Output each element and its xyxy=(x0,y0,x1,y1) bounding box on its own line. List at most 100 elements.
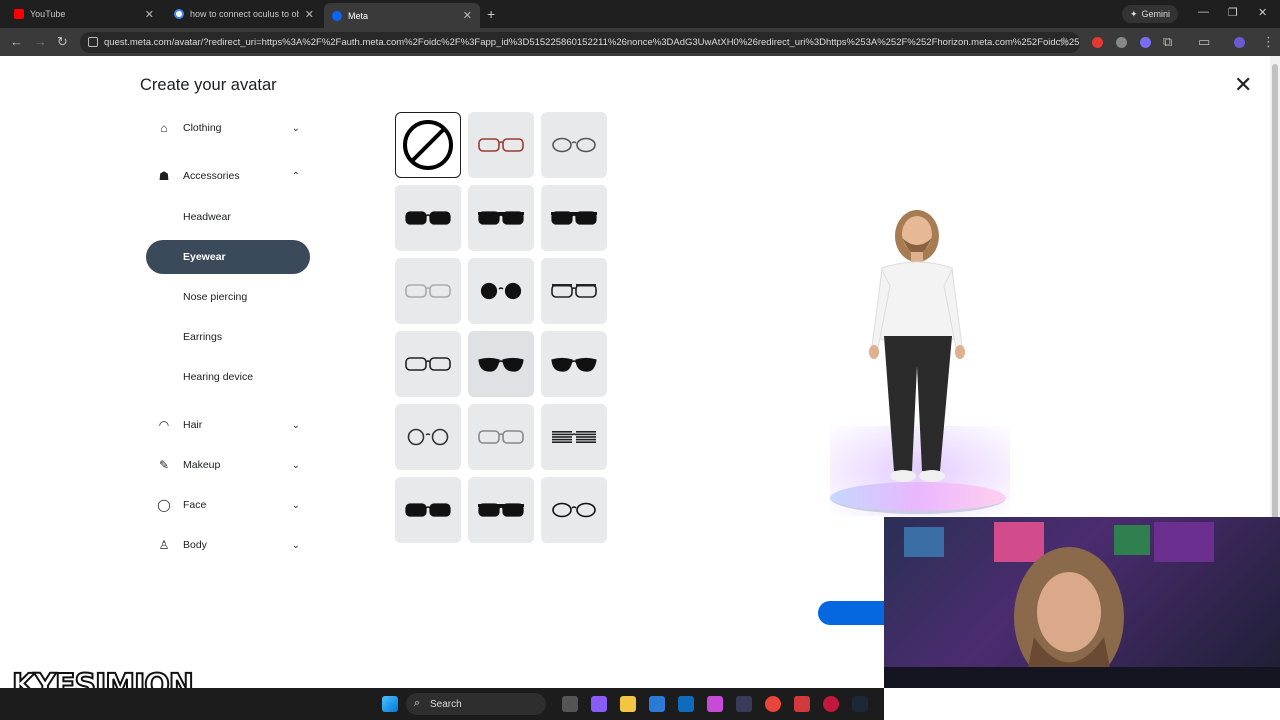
forward-icon[interactable]: → xyxy=(34,34,47,49)
category-label: Clothing xyxy=(183,122,222,134)
subcategory-headwear[interactable]: Headwear xyxy=(183,211,231,223)
close-tab-icon[interactable]: ✕ xyxy=(305,8,314,21)
category-label: Accessories xyxy=(183,170,240,182)
copilot-icon[interactable] xyxy=(591,696,607,712)
store-icon[interactable] xyxy=(649,696,665,712)
app-icon[interactable] xyxy=(794,696,810,712)
gemini-label: Gemini xyxy=(1141,9,1171,19)
eyewear-option-oval[interactable] xyxy=(541,477,607,543)
youtube-favicon-icon xyxy=(14,9,24,19)
face-icon: ◯ xyxy=(157,498,171,512)
steam-icon[interactable] xyxy=(852,696,868,712)
address-bar-row: ← → ↻ quest.meta.com/avatar/?redirect_ur… xyxy=(0,28,1280,56)
subcategory-eyewear[interactable]: Eyewear xyxy=(146,240,310,274)
brush-icon: ✎ xyxy=(158,458,170,472)
extension-icon[interactable] xyxy=(1140,37,1151,48)
gemini-button[interactable]: ✦ Gemini xyxy=(1122,5,1179,23)
webcam-overlay xyxy=(884,517,1280,688)
chevron-down-icon: ⌄ xyxy=(291,539,300,551)
category-label: Hair xyxy=(183,419,203,431)
reload-icon[interactable]: ↻ xyxy=(57,34,68,50)
taskbar-search[interactable]: ⌕ Search xyxy=(406,693,546,715)
category-makeup[interactable]: ✎ Makeup ⌄ xyxy=(155,454,305,476)
tab-meta[interactable]: Meta ✕ xyxy=(324,3,480,28)
file-explorer-icon[interactable] xyxy=(620,696,636,712)
close-editor-button[interactable]: ✕ xyxy=(1234,74,1252,96)
category-body[interactable]: ♙ Body ⌄ xyxy=(155,534,305,556)
category-hair[interactable]: ◠ Hair ⌄ xyxy=(155,414,305,436)
eyewear-thin-icon xyxy=(405,284,451,298)
eyewear-option-browline[interactable] xyxy=(541,258,607,324)
category-label: Face xyxy=(183,499,207,511)
page-title: Create your avatar xyxy=(140,76,277,94)
person-icon: ♙ xyxy=(158,538,170,552)
close-tab-icon[interactable]: ✕ xyxy=(463,9,472,22)
subcategory-label: Eyewear xyxy=(183,251,226,263)
eyewear-rect-icon xyxy=(405,357,451,371)
meta-favicon-icon xyxy=(332,10,342,21)
extensions-puzzle-icon[interactable]: ⧉ xyxy=(1163,34,1172,50)
url-input[interactable]: quest.meta.com/avatar/?redirect_uri=http… xyxy=(80,32,1080,53)
restore-icon[interactable]: ❐ xyxy=(1228,6,1238,19)
eyewear-round-icon xyxy=(407,428,449,446)
eyewear-option-thin[interactable] xyxy=(395,258,461,324)
subcategory-nose-piercing[interactable]: Nose piercing xyxy=(183,291,247,303)
eyewear-option-wide[interactable] xyxy=(468,185,534,251)
eyewear-option-round[interactable] xyxy=(468,258,534,324)
sidepanel-icon[interactable]: ▭ xyxy=(1198,34,1210,50)
profile-avatar[interactable] xyxy=(1234,37,1245,48)
chevron-down-icon: ⌄ xyxy=(291,419,300,431)
eyewear-wayfarer-icon xyxy=(405,211,451,225)
category-accessories[interactable]: ☗ Accessories ⌃ xyxy=(155,165,305,187)
tab-label: how to connect oculus to obs s xyxy=(190,9,299,19)
browser-tab-bar: YouTube ✕ how to connect oculus to obs s… xyxy=(0,0,1280,28)
category-clothing[interactable]: ⌂ Clothing ⌄ xyxy=(155,117,305,139)
back-icon[interactable]: ← xyxy=(10,34,23,49)
hanger-icon: ⌂ xyxy=(160,121,168,135)
eyewear-option-shutter[interactable] xyxy=(541,404,607,470)
close-tab-icon[interactable]: ✕ xyxy=(145,8,154,21)
chrome-icon[interactable] xyxy=(765,696,781,712)
eyewear-round-icon xyxy=(480,282,522,300)
category-face[interactable]: ◯ Face ⌄ xyxy=(155,494,305,516)
extension-icon[interactable] xyxy=(1116,37,1127,48)
eyewear-option-none[interactable] xyxy=(395,112,461,178)
app-icon[interactable] xyxy=(736,696,752,712)
chevron-down-icon: ⌄ xyxy=(291,499,300,511)
subcategory-hearing-device[interactable]: Hearing device xyxy=(183,371,253,383)
extension-icon[interactable] xyxy=(1092,37,1103,48)
mail-icon[interactable] xyxy=(678,696,694,712)
eyewear-option-aviator[interactable] xyxy=(468,331,534,397)
eyewear-option-wayfarer[interactable] xyxy=(395,477,461,543)
avatar-figure xyxy=(869,210,965,482)
eyewear-shield-icon xyxy=(551,211,597,225)
eyewear-option-wayfarer[interactable] xyxy=(395,185,461,251)
eyewear-option-round[interactable] xyxy=(395,404,461,470)
windows-start-icon[interactable] xyxy=(382,696,398,712)
eyewear-option-oval[interactable] xyxy=(541,112,607,178)
browser-menu-icon[interactable]: ⋮ xyxy=(1262,34,1275,50)
minimize-icon[interactable]: — xyxy=(1198,6,1209,18)
obs-icon[interactable] xyxy=(823,696,839,712)
chevron-down-icon: ⌄ xyxy=(291,459,300,471)
tab-youtube[interactable]: YouTube ✕ xyxy=(6,3,162,25)
eyewear-option-shield[interactable] xyxy=(541,185,607,251)
eyewear-wide-icon xyxy=(478,503,524,517)
task-view-icon[interactable] xyxy=(562,696,578,712)
eyewear-option-rect[interactable] xyxy=(468,112,534,178)
avatar-preview[interactable] xyxy=(820,186,1020,526)
tab-google-search[interactable]: how to connect oculus to obs s ✕ xyxy=(166,3,322,25)
eyewear-wayfarer-icon xyxy=(405,503,451,517)
app-icon[interactable] xyxy=(707,696,723,712)
new-tab-button[interactable]: + xyxy=(487,6,495,22)
eyewear-option-thin[interactable] xyxy=(468,404,534,470)
eyewear-option-cat[interactable] xyxy=(541,331,607,397)
window-close-icon[interactable]: ✕ xyxy=(1258,6,1267,19)
bookmark-star-icon[interactable]: ☆ xyxy=(1058,34,1070,50)
site-info-icon[interactable] xyxy=(88,37,98,47)
chevron-down-icon: ⌄ xyxy=(291,122,300,134)
hair-icon: ◠ xyxy=(158,418,170,432)
eyewear-option-wide[interactable] xyxy=(468,477,534,543)
subcategory-earrings[interactable]: Earrings xyxy=(183,331,222,343)
eyewear-option-rect[interactable] xyxy=(395,331,461,397)
